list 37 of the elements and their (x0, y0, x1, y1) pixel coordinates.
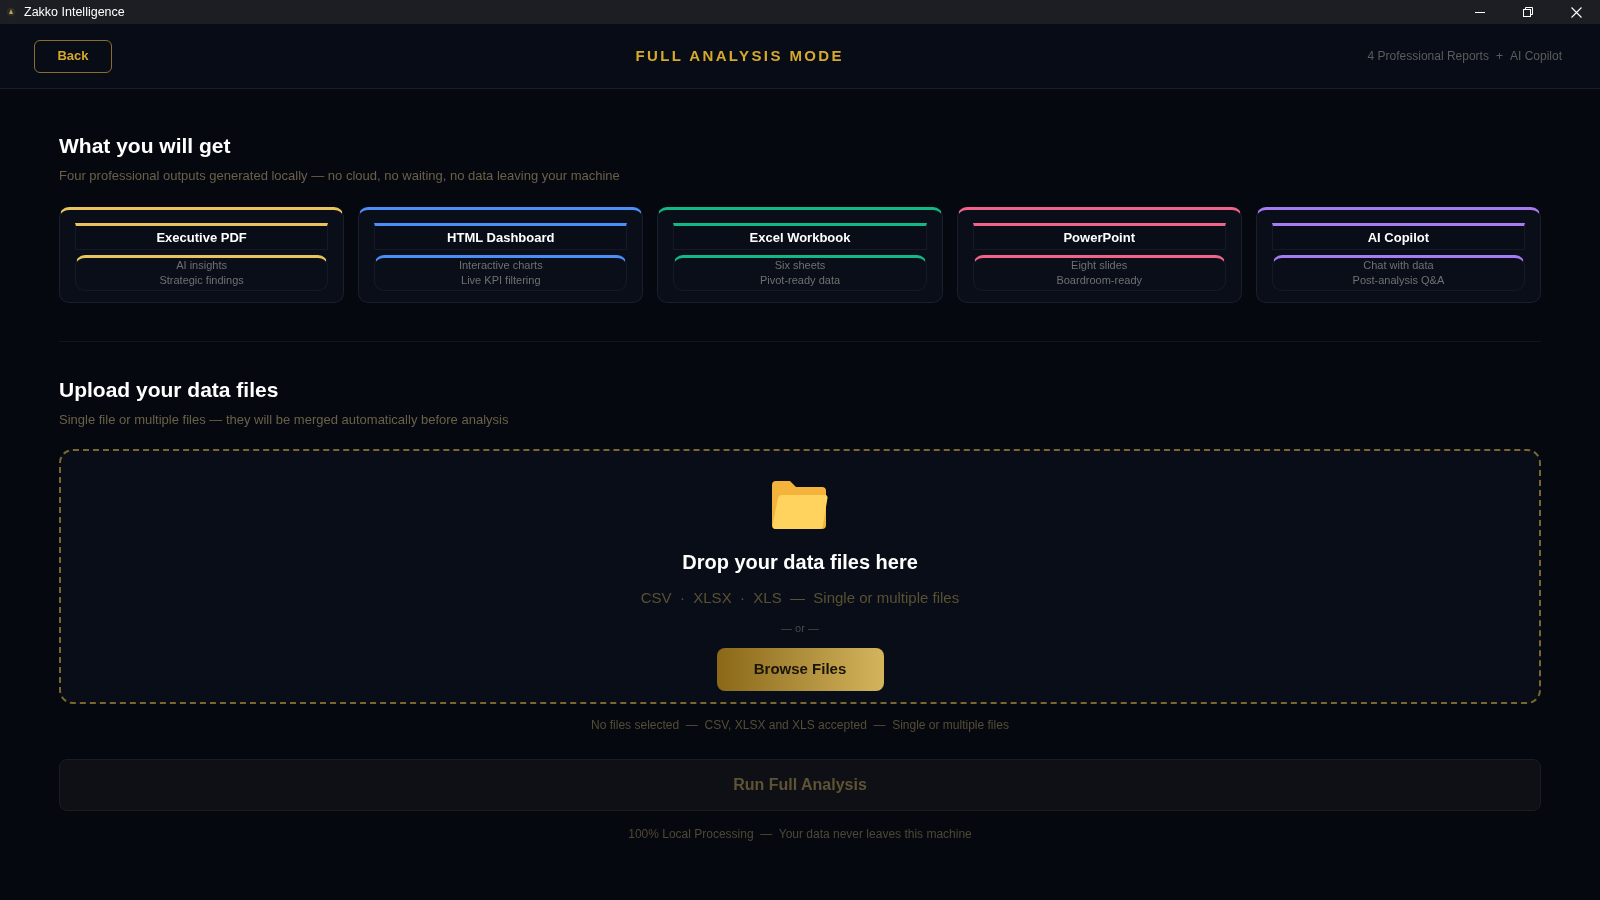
card-title: Executive PDF (75, 223, 329, 250)
section-subtitle: Single file or multiple files — they will be merged automatically before analysis (59, 411, 510, 429)
summary-text: + (1495, 48, 1503, 65)
minimize-icon (1475, 11, 1485, 13)
section-subtitle: Four professional outputs generated locally — no cloud, no waiting, no data leaving your machine (59, 167, 621, 185)
summary-text: AI Copilot (1509, 48, 1562, 65)
card-title: Excel Workbook (673, 223, 927, 250)
feature-text: Strategic findings (159, 273, 244, 288)
section-heading: What you will get (59, 133, 232, 159)
feature-text: Live KPI filtering (461, 273, 541, 288)
restore-icon (1523, 7, 1533, 17)
page-title: FULL ANALYSIS MODE (635, 45, 844, 66)
section-heading: Upload your data files (59, 377, 280, 403)
or-separator: — or — (781, 621, 819, 635)
browse-files-button[interactable]: Browse Files (716, 648, 884, 691)
feature-text: Interactive charts (458, 258, 543, 273)
footer-text: 100% Local Processing — Your data never leaves this machine (628, 826, 972, 842)
window-title: Zakko Intelligence (24, 3, 125, 21)
drop-zone[interactable]: Drop your data files here CSV · XLSX · XLS — Single or multiple files — or — Browse Files (59, 449, 1541, 704)
card-title: HTML Dashboard (374, 223, 628, 250)
app-logo-icon (6, 7, 16, 17)
feature-text: Six sheets (774, 258, 826, 273)
formats-text: CSV · XLSX · XLS — Single or multiple files (640, 588, 960, 608)
back-button[interactable]: Back (34, 39, 112, 73)
drop-title: Drop your data files here (682, 550, 918, 575)
card-title: PowerPoint (972, 223, 1226, 250)
card-title: AI Copilot (1271, 223, 1525, 250)
close-icon (1570, 6, 1582, 18)
feature-text: Post-analysis Q&A (1352, 273, 1445, 288)
folder-icon (772, 481, 828, 529)
feature-text: Eight slides (1071, 258, 1128, 273)
feature-text: Boardroom-ready (1056, 273, 1142, 288)
status-text: No files selected — CSV, XLSX and XLS accepted — Single or multiple files (591, 717, 1009, 733)
feature-text: Chat with data (1363, 258, 1434, 273)
feature-text: AI insights (176, 258, 227, 273)
summary-text: 4 Professional Reports (1367, 48, 1489, 65)
feature-text: Pivot-ready data (759, 273, 841, 288)
